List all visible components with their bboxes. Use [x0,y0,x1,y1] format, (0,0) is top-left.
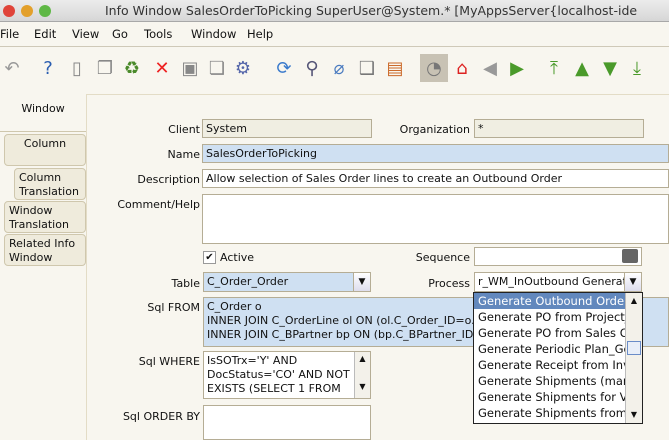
undo-icon[interactable]: ↶ [0,56,24,80]
client-label: Client [168,123,200,136]
zoom-window-button[interactable] [39,5,51,17]
refresh-icon[interactable]: ⟳ [272,56,296,80]
previous-icon[interactable]: ◀ [478,56,502,80]
dropdown-option[interactable]: Generate Outbound Order_W [474,293,626,309]
tab-window[interactable]: Window [0,92,86,132]
table-select[interactable]: C_Order_Order ▼ [203,272,371,292]
attachment-icon[interactable]: ⌀ [327,56,351,80]
last-record-icon[interactable]: ⤓ [625,56,649,80]
tab-column[interactable]: Column [4,134,86,166]
table-value: C_Order_Order [207,275,289,288]
comment-help-field[interactable] [202,194,669,244]
organization-field[interactable]: * [474,119,644,138]
client-field[interactable]: System [202,119,372,138]
process-label: Process [428,277,470,290]
sql-where-line: EXISTS (SELECT 1 FROM [207,382,341,395]
process-select[interactable]: r_WM_InOutbound Generate ▼ [474,272,642,292]
search-icon[interactable]: ⚲ [300,56,324,80]
window-title: Info Window SalesOrderToPicking SuperUse… [105,3,638,18]
organization-label: Organization [399,123,470,136]
dropdown-option[interactable]: Generate PO from Project_C [474,309,626,325]
dropdown-option[interactable]: Generate PO from Sales Ord [474,325,626,341]
settings-gear-icon[interactable]: ⚙ [231,56,255,80]
scrollbar-thumb[interactable] [627,341,641,355]
dropdown-option[interactable]: Generate Shipments for Ven [474,389,626,405]
chat-icon[interactable]: ❑ [355,56,379,80]
menu-view[interactable]: View [72,27,99,41]
sequence-label: Sequence [415,251,470,264]
delete-selection-icon[interactable]: ✕ [150,56,174,80]
active-label: Active [220,251,255,264]
table-label: Table [171,277,200,290]
title-bar: Info Window SalesOrderToPicking SuperUse… [0,0,669,22]
tab-related-info-window[interactable]: Related Info Window [4,234,86,266]
chevron-down-icon[interactable]: ▼ [624,273,641,291]
sql-where-line: IsSOTrx='Y' AND [207,354,298,367]
name-label: Name [167,148,200,161]
history-icon[interactable]: ◔ [420,54,448,82]
sql-from-label: Sql FROM [147,301,200,314]
tab-window-translation[interactable]: Window Translation [4,201,86,233]
menu-window[interactable]: Window [191,27,236,41]
close-window-button[interactable] [3,5,15,17]
dropdown-option[interactable]: Generate Receipt from Invoi [474,357,626,373]
scroll-down-icon[interactable]: ▼ [626,407,642,423]
previous-record-icon[interactable]: ▲ [570,56,594,80]
tab-panel: Window Column Column Translation Window … [0,92,86,440]
save-new-icon[interactable]: ❏ [205,56,229,80]
minimize-window-button[interactable] [21,5,33,17]
new-record-icon[interactable]: ▯ [65,56,89,80]
chevron-down-icon[interactable]: ▼ [353,273,370,291]
name-field[interactable]: SalesOrderToPicking [202,144,669,163]
grid-toggle-icon[interactable]: ▤ [383,56,407,80]
toolbar: ↶? ▯ ❐ ♻ ✕ ▣ ❏ ⚙ ⟳ ⚲ ⌀ ❑ ▤ ◔ ⌂ ◀ ▶ ⤒ ▲ ▼ ⤓ [0,48,669,90]
menu-help[interactable]: Help [247,27,273,41]
sequence-field[interactable] [474,247,642,266]
dropdown-option[interactable]: Generate Periodic Plan_Gene [474,341,626,357]
help-icon[interactable]: ? [36,56,60,80]
save-icon[interactable]: ▣ [178,56,202,80]
tab-column-translation[interactable]: Column Translation [14,168,86,200]
first-record-icon[interactable]: ⤒ [542,56,566,80]
description-label: Description [137,173,200,186]
calculator-icon[interactable] [622,249,638,263]
next-icon[interactable]: ▶ [505,56,529,80]
scroll-up-icon[interactable]: ▲ [626,293,642,309]
menu-file[interactable]: File [0,27,19,41]
sql-where-label: Sql WHERE [138,355,200,368]
process-dropdown-list: Generate Outbound Order_W Generate PO fr… [473,292,643,424]
comment-help-label: Comment/Help [117,198,200,211]
sql-where-scrollbar[interactable]: ▲ ▼ [354,352,370,398]
sql-order-by-field[interactable] [203,405,371,440]
sql-where-line: DocStatus='CO' AND NOT [207,368,350,381]
menu-tools[interactable]: Tools [144,27,172,41]
home-icon[interactable]: ⌂ [450,56,474,80]
delete-icon[interactable]: ♻ [120,56,144,80]
description-field[interactable]: Allow selection of Sales Order lines to … [202,169,669,188]
menu-edit[interactable]: Edit [34,27,56,41]
next-record-icon[interactable]: ▼ [598,56,622,80]
sql-order-by-label: Sql ORDER BY [122,410,200,423]
dropdown-option[interactable]: Generate Shipments from O [474,405,626,421]
menu-bar: File Edit View Go Tools Window Help [0,22,669,47]
active-checkbox[interactable]: ✔ [203,251,216,264]
dropdown-scrollbar[interactable]: ▲ ▼ [625,293,642,423]
process-value: r_WM_InOutbound Generate [478,275,634,288]
dropdown-option[interactable]: Generate Shipments (manua [474,373,626,389]
menu-go[interactable]: Go [112,27,128,41]
copy-record-icon[interactable]: ❐ [93,56,117,80]
sql-where-field[interactable]: IsSOTrx='Y' AND DocStatus='CO' AND NOT E… [203,351,371,399]
